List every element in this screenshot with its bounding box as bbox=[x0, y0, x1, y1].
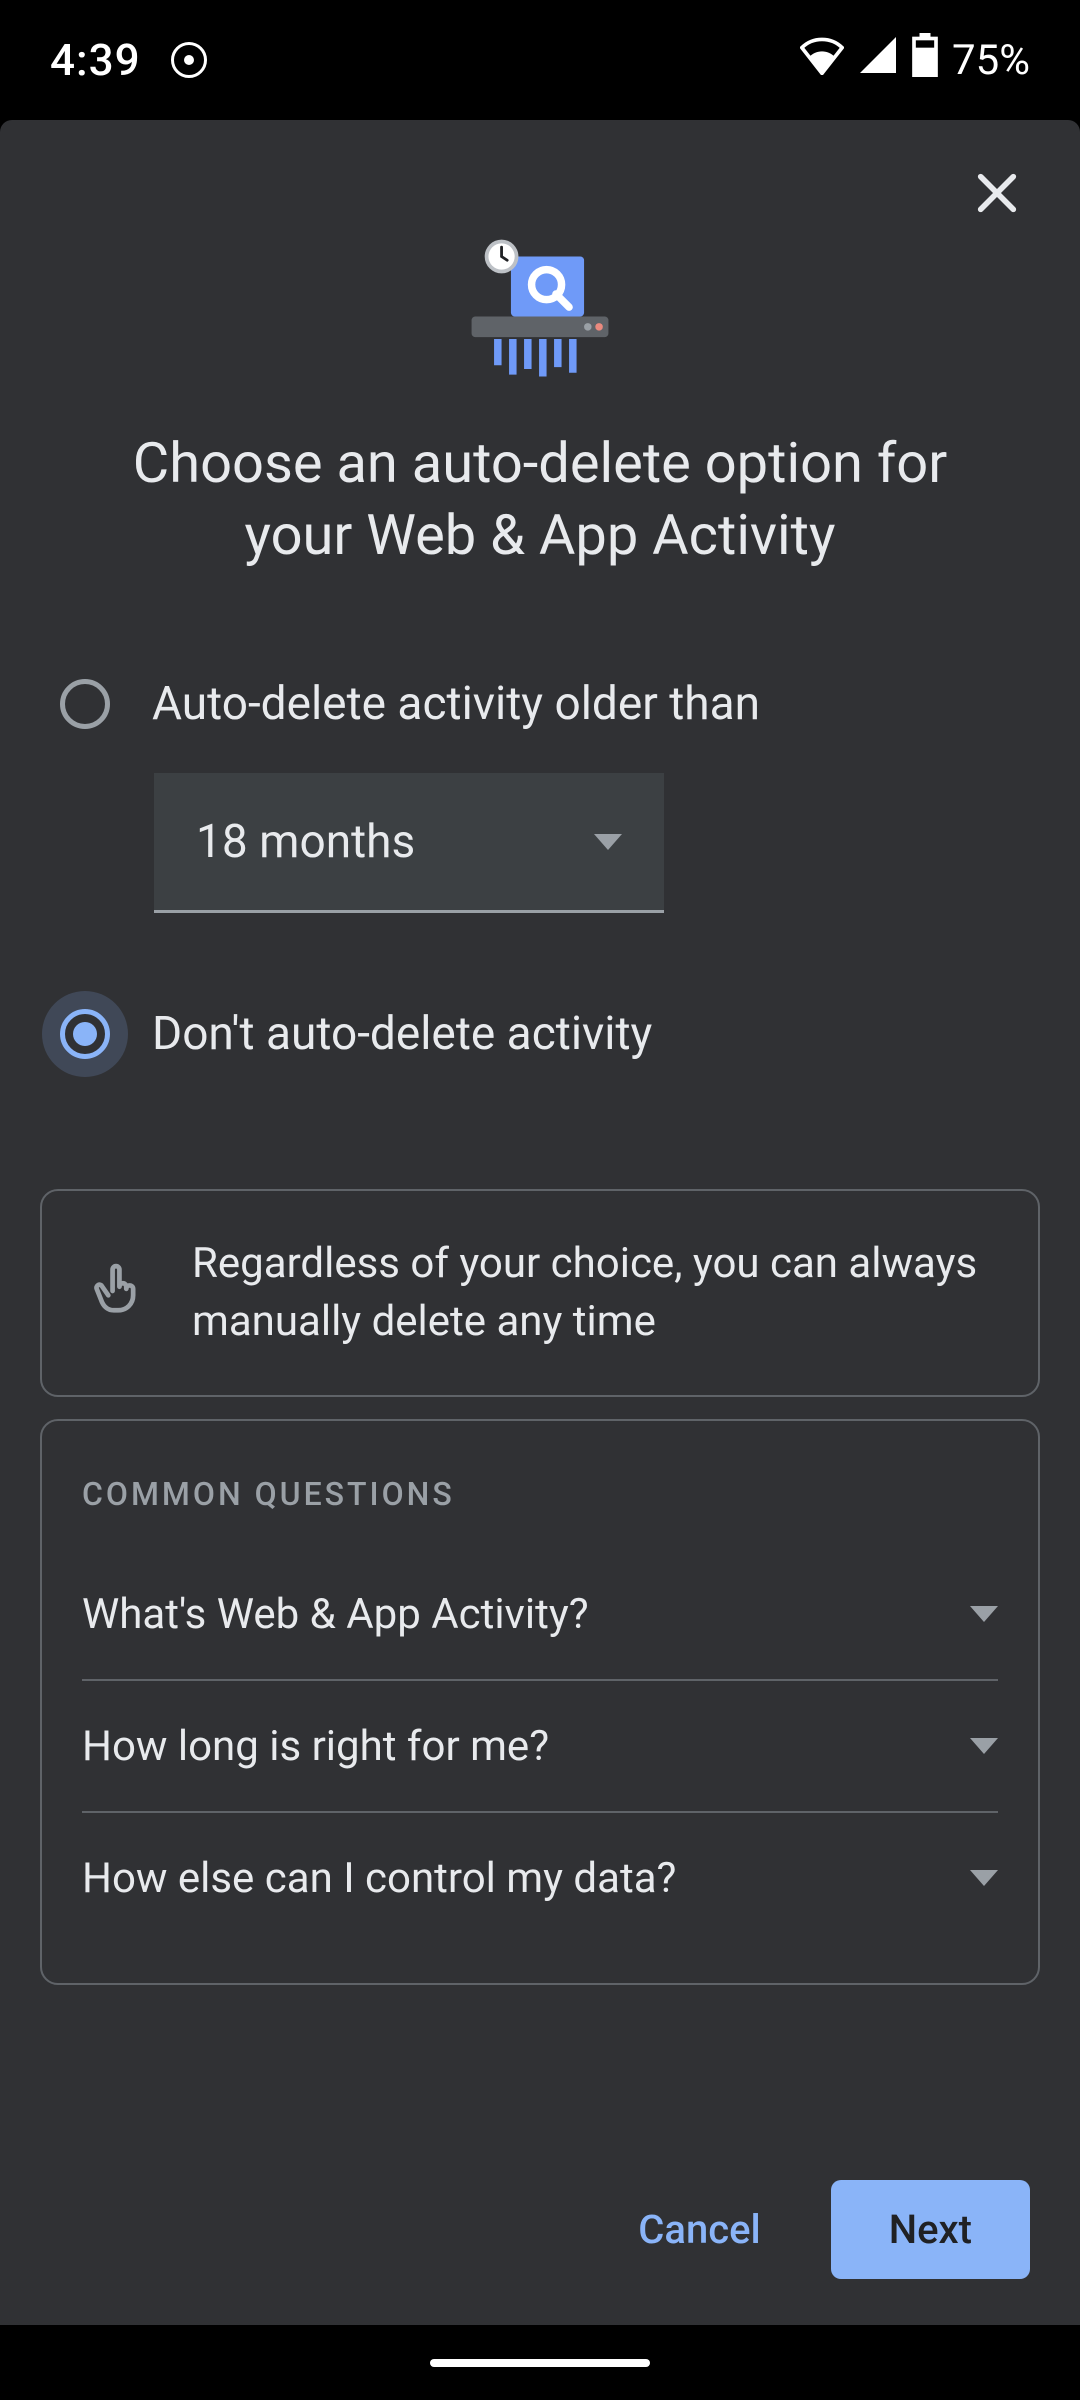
radio-icon bbox=[60, 679, 110, 729]
nav-bar bbox=[0, 2325, 1080, 2400]
option-label: Auto-delete activity older than bbox=[152, 677, 760, 731]
faq-item-label: What's Web & App Activity? bbox=[82, 1590, 589, 1639]
dropdown-value: 18 months bbox=[196, 815, 415, 869]
status-bar: 4:39 75% bbox=[0, 0, 1080, 120]
status-time: 4:39 bbox=[50, 34, 141, 86]
battery-percentage: 75% bbox=[952, 36, 1030, 85]
option-auto-delete[interactable]: Auto-delete activity older than bbox=[60, 669, 1020, 739]
chevron-down-icon bbox=[970, 1870, 998, 1886]
shredder-hero-icon bbox=[0, 234, 1080, 384]
nav-pill-icon[interactable] bbox=[430, 2359, 650, 2367]
chevron-down-icon bbox=[970, 1606, 998, 1622]
cancel-button[interactable]: Cancel bbox=[608, 2182, 790, 2277]
faq-item-label: How long is right for me? bbox=[82, 1722, 549, 1771]
close-button[interactable] bbox=[962, 158, 1032, 228]
faq-heading: COMMON QUESTIONS bbox=[82, 1475, 998, 1513]
info-text: Regardless of your choice, you can alway… bbox=[192, 1235, 988, 1351]
faq-item-how-else[interactable]: How else can I control my data? bbox=[82, 1813, 998, 1943]
faq-item-what-is[interactable]: What's Web & App Activity? bbox=[82, 1549, 998, 1679]
common-questions-card: COMMON QUESTIONS What's Web & App Activi… bbox=[40, 1419, 1040, 1985]
recording-indicator-icon bbox=[171, 42, 207, 78]
option-label: Don't auto-delete activity bbox=[152, 1007, 652, 1061]
auto-delete-dialog: Choose an auto-delete option for your We… bbox=[0, 120, 1080, 2325]
battery-icon bbox=[912, 33, 938, 88]
option-dont-auto-delete[interactable]: Don't auto-delete activity bbox=[60, 999, 1020, 1069]
chevron-down-icon bbox=[594, 834, 622, 850]
manual-delete-info: Regardless of your choice, you can alway… bbox=[40, 1189, 1040, 1397]
cell-signal-icon bbox=[858, 34, 898, 86]
radio-selected-icon bbox=[60, 1009, 110, 1059]
faq-item-how-long[interactable]: How long is right for me? bbox=[82, 1681, 998, 1811]
faq-item-label: How else can I control my data? bbox=[82, 1854, 676, 1903]
duration-dropdown[interactable]: 18 months bbox=[154, 773, 664, 913]
wifi-icon bbox=[800, 34, 844, 86]
touch-hand-icon bbox=[92, 1261, 146, 1325]
chevron-down-icon bbox=[970, 1738, 998, 1754]
next-button[interactable]: Next bbox=[831, 2180, 1030, 2279]
dialog-footer: Cancel Next bbox=[0, 2134, 1080, 2325]
dialog-title: Choose an auto-delete option for your We… bbox=[80, 428, 1000, 571]
